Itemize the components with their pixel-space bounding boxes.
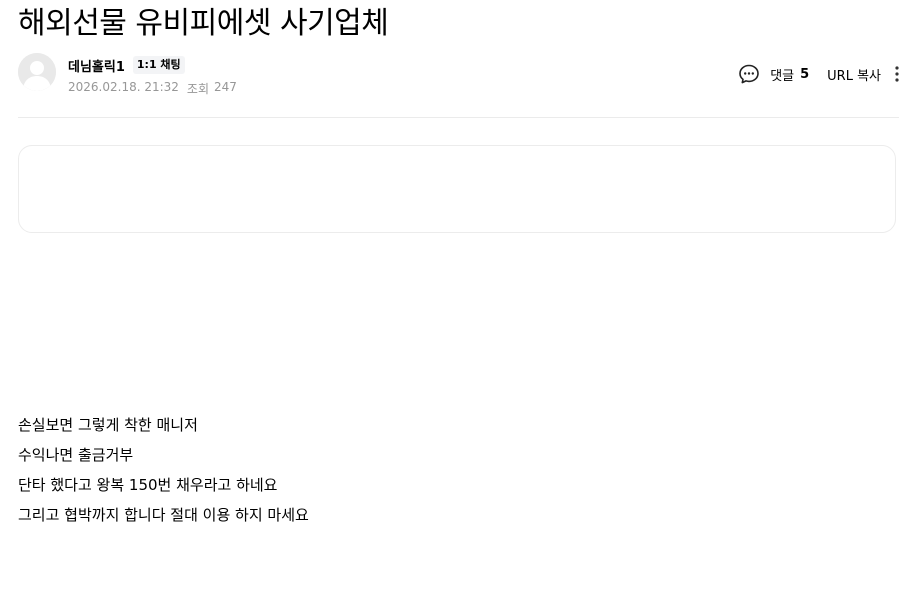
view-count-label: 조회 (186, 82, 210, 96)
view-count-value: 247 (214, 80, 237, 94)
one-to-one-chat-button[interactable]: 1:1 채팅 (132, 56, 185, 74)
comment-label: 댓글 (770, 68, 795, 84)
post-actions: 댓글 5 URL 복사 (738, 62, 903, 86)
post-body: 손실보면 그렇게 착한 매니저 수익나면 출금거부 단타 했다고 왕복 150번… (18, 410, 309, 530)
author-avatar[interactable] (18, 53, 56, 91)
url-copy-button[interactable]: URL 복사 (827, 65, 881, 84)
body-line: 단타 했다고 왕복 150번 채우라고 하네요 (18, 476, 278, 494)
body-line: 손실보면 그렇게 착한 매니저 (18, 416, 198, 434)
body-line: 그리고 협박까지 합니다 절대 이용 하지 마세요 (18, 506, 309, 524)
comment-button[interactable]: 댓글 5 (738, 63, 809, 85)
embed-placeholder-box (18, 145, 896, 233)
vertical-ellipsis-icon[interactable] (891, 63, 903, 85)
post-datetime: 2026.02.18. 21:32 (68, 80, 179, 94)
author-row: 데님홀릭1 1:1 채팅 (68, 54, 185, 76)
speech-bubble-icon (739, 64, 759, 84)
author-name[interactable]: 데님홀릭1 (68, 56, 125, 75)
view-count: 조회 247 (187, 80, 237, 97)
comment-count: 5 (800, 66, 810, 82)
default-user-avatar-icon (18, 53, 56, 91)
post-title: 해외선물 유비피에셋 사기업체 (18, 6, 389, 41)
post-meta: 2026.02.18. 21:32 조회 247 (68, 80, 237, 97)
body-line: 수익나면 출금거부 (18, 446, 134, 464)
header-divider (18, 117, 899, 118)
